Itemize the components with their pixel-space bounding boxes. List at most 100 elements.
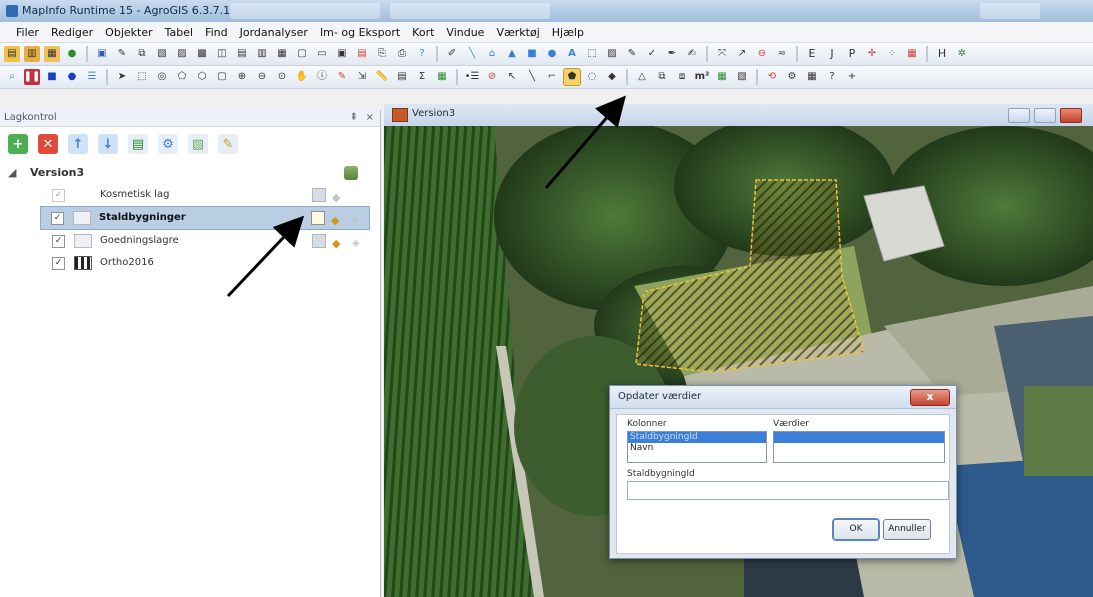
ellipse-tool-icon[interactable]: ● [544,46,560,62]
redistrict-icon[interactable]: ▢ [294,46,310,62]
graph-icon[interactable]: ▥ [254,46,270,62]
pointer-icon[interactable]: ➤ [114,69,130,85]
add-icon[interactable]: + [844,69,860,85]
thematic-icon[interactable]: ▦ [434,69,450,85]
menu-tabel[interactable]: Tabel [165,26,193,39]
grid-icon[interactable]: ▦ [904,46,920,62]
field-value-input[interactable] [627,481,949,500]
combine-tool-icon[interactable]: ⧈ [674,69,690,85]
ok-button[interactable]: OK [832,518,880,541]
crosshair-icon[interactable]: ✛ [864,46,880,62]
object-tool-icon[interactable]: ⊘ [484,69,500,85]
menu-im-og-eksport[interactable]: Im- og Eksport [320,26,400,39]
measure-icon[interactable]: ↗ [734,46,750,62]
p-tool-icon[interactable]: P [844,46,860,62]
reshape-icon[interactable]: ▨ [604,46,620,62]
marquee-select-icon[interactable]: ⬚ [134,69,150,85]
h-tool-icon[interactable]: H [934,46,950,62]
boundary-select-icon[interactable]: ⬡ [194,69,210,85]
column-option[interactable]: StaldbygningId [628,432,766,443]
taskbar-tab[interactable] [390,3,550,19]
sync-icon[interactable]: ⟲ [764,69,780,85]
polyline-draw-icon[interactable]: ⌐ [544,69,560,85]
layer-list-icon[interactable]: ☰ [84,69,100,85]
map-icon[interactable]: ▦ [274,46,290,62]
menu-jordanalyser[interactable]: Jordanalyser [240,26,308,39]
line-draw-icon[interactable]: ╲ [524,69,540,85]
menu-kort[interactable]: Kort [412,26,434,39]
menu-vindue[interactable]: Vindue [446,26,484,39]
refresh-icon[interactable]: ● [64,46,80,62]
snap-icon[interactable]: ⊖ [754,46,770,62]
query-icon[interactable]: ⎙ [394,46,410,62]
info-icon[interactable]: ⌕ [4,69,20,85]
menu-vaerktoej[interactable]: Værktøj [496,26,539,39]
field-icon[interactable]: ✲ [954,46,970,62]
taskbar-tab[interactable] [980,3,1040,19]
legend-icon[interactable]: ▭ [314,46,330,62]
e-tool-icon[interactable]: E [804,46,820,62]
column-option[interactable]: Navn [628,443,766,454]
settings-icon[interactable]: ⚙ [784,69,800,85]
info-tool-icon[interactable]: ⓘ [314,69,330,85]
frame-tool-icon[interactable]: ⬚ [584,46,600,62]
save-icon[interactable]: ▣ [94,46,110,62]
zoom-in-icon[interactable]: ⊕ [234,69,250,85]
line-tool-icon[interactable]: ╲ [464,46,480,62]
symbol-style-icon[interactable]: ✓ [644,46,660,62]
cancel-button[interactable]: Annuller [883,519,931,540]
menu-rediger[interactable]: Rediger [51,26,93,39]
grid-tool-icon[interactable]: ▦ [804,69,820,85]
dialog-close-button[interactable]: x [910,389,950,406]
line-style-icon[interactable]: ✒ [664,46,680,62]
help-tool-icon[interactable]: ? [824,69,840,85]
taskbar-tab[interactable] [230,3,380,19]
values-list[interactable] [773,431,945,463]
menu-find[interactable]: Find [205,26,228,39]
label-tool-icon[interactable]: ✎ [334,69,350,85]
j-tool-icon[interactable]: J [824,46,840,62]
window-icon[interactable]: ▣ [334,46,350,62]
help-icon[interactable]: ? [414,46,430,62]
region-style-icon[interactable]: ✍ [684,46,700,62]
browser-icon[interactable]: ▤ [234,46,250,62]
polyline-tool-icon[interactable]: ⌂ [484,46,500,62]
stats-icon[interactable]: ▤ [354,46,370,62]
unselect-icon[interactable]: ▢ [214,69,230,85]
grabber-icon[interactable]: ✋ [294,69,310,85]
polygon-select-icon[interactable]: ⬠ [174,69,190,85]
legend-tool-icon[interactable]: ▤ [394,69,410,85]
zoom-out-icon[interactable]: ⊖ [254,69,270,85]
arrow-tool-icon[interactable]: ↖ [504,69,520,85]
cad-icon[interactable]: ≂ [774,46,790,62]
columns-list[interactable]: StaldbygningId Navn [627,431,767,463]
shape-tool-icon[interactable]: △ [634,69,650,85]
minimize-button[interactable] [1008,108,1030,123]
ruler-icon[interactable]: 📏 [374,69,390,85]
fill-tool-icon[interactable]: ◆ [604,69,620,85]
report-tool-icon[interactable]: ▧ [734,69,750,85]
open-icon[interactable]: ▥ [24,46,40,62]
close-button[interactable] [1060,108,1082,123]
select-radius-icon[interactable]: ● [64,69,80,85]
split-icon[interactable]: ⤧ [714,46,730,62]
area-tool-icon[interactable]: m² [694,69,710,85]
select-sql-icon[interactable]: ⎘ [374,46,390,62]
value-row-selected[interactable] [774,432,944,443]
open-workspace-icon[interactable]: ▦ [44,46,60,62]
table-tool-icon[interactable]: ▦ [714,69,730,85]
merge-tool-icon[interactable]: ⧉ [654,69,670,85]
rectangle-tool-icon[interactable]: ■ [524,46,540,62]
maximize-button[interactable] [1034,108,1056,123]
add-node-icon[interactable]: ✎ [624,46,640,62]
new-table-icon[interactable]: ▤ [4,46,20,62]
points-icon[interactable]: ⁘ [884,46,900,62]
polygon-draw-icon[interactable]: ⬟ [563,68,581,86]
pause-icon[interactable]: ❚❚ [24,69,40,85]
text-tool-icon[interactable]: A [564,46,580,62]
polygon-tool-icon[interactable]: ▲ [504,46,520,62]
menu-hjaelp[interactable]: Hjælp [552,26,584,39]
circle-draw-icon[interactable]: ◌ [584,69,600,85]
statistics-tool-icon[interactable]: Σ [414,69,430,85]
copy-icon[interactable]: ⧉ [134,46,150,62]
